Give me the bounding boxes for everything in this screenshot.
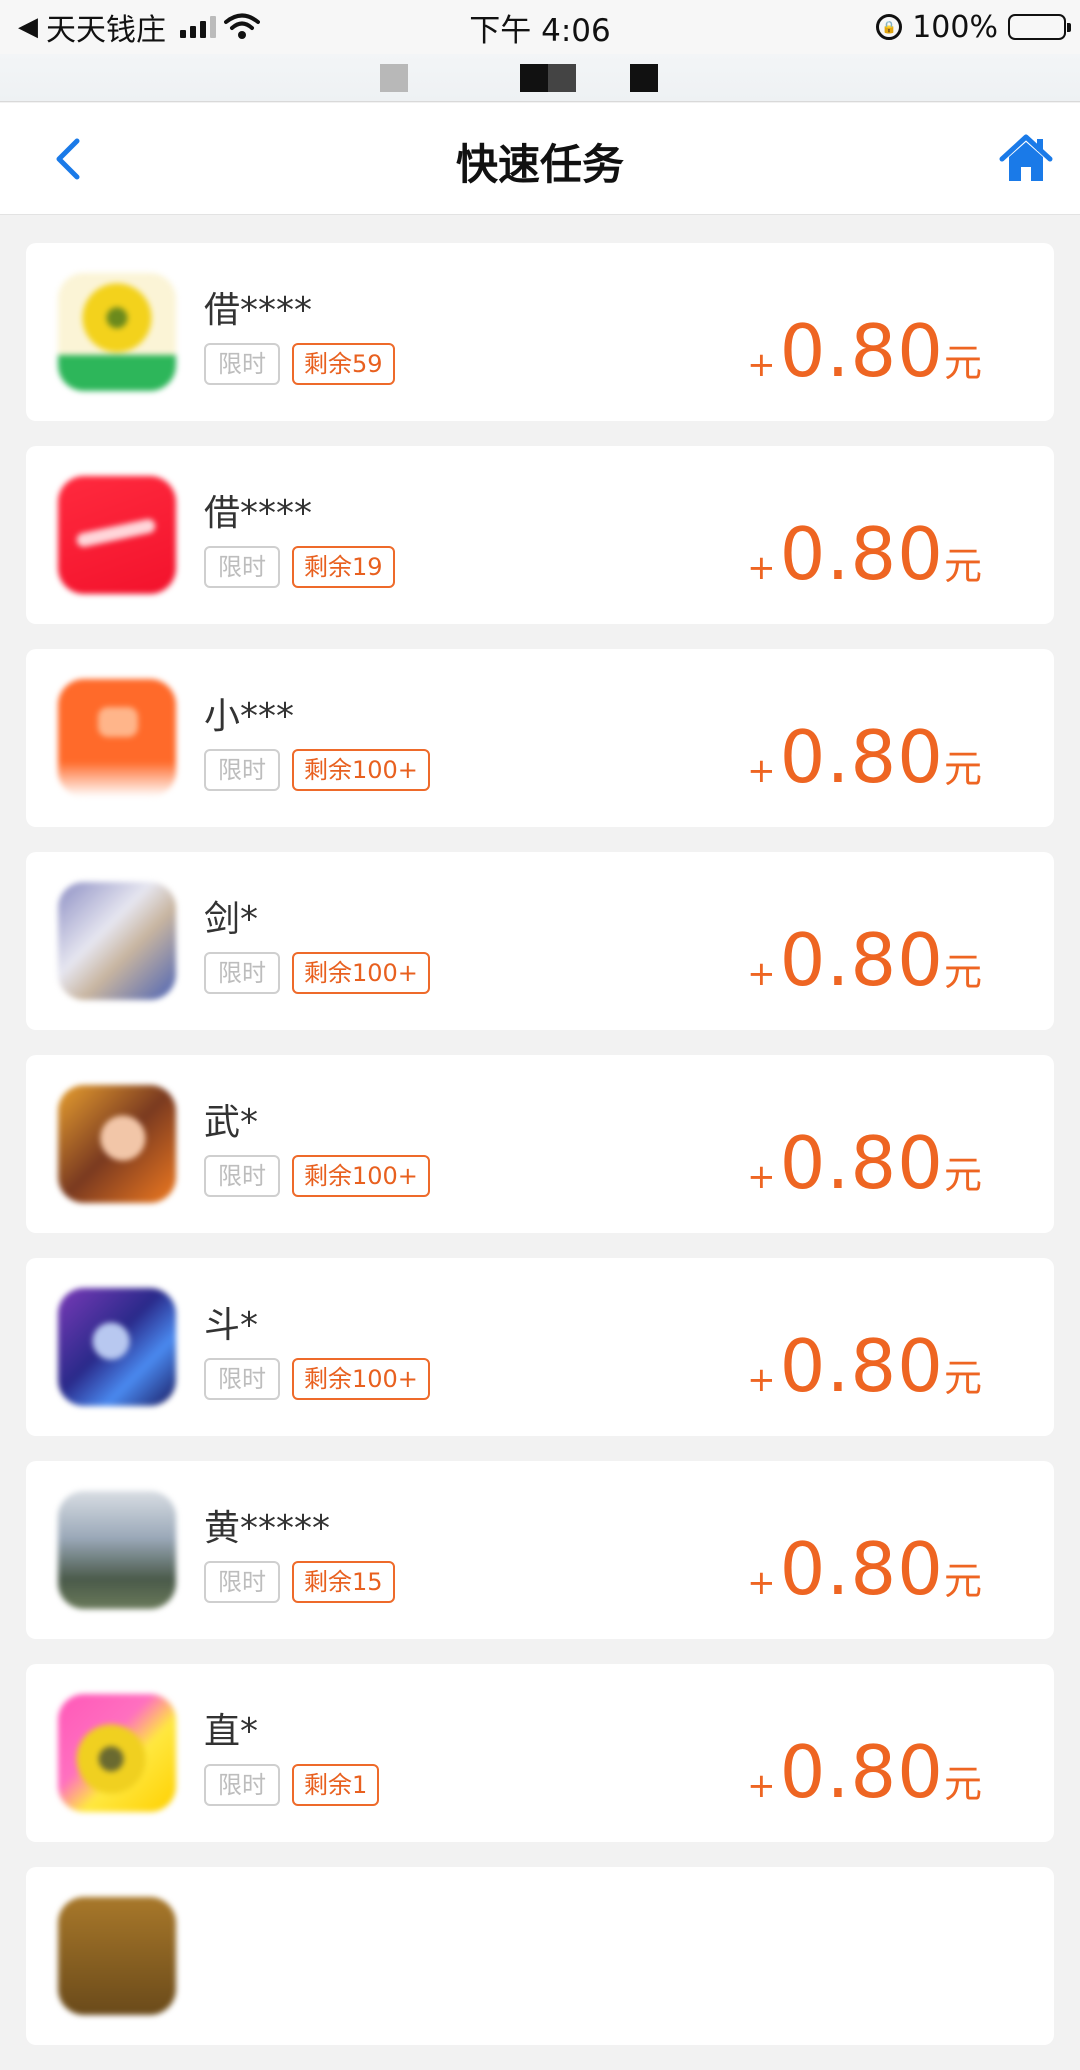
task-tags: 限时 剩余19 xyxy=(204,546,395,588)
reward-unit: 元 xyxy=(943,1356,982,1400)
task-card[interactable]: 直* 限时 剩余1 + 0.80 元 xyxy=(26,1664,1054,1842)
reward-value: 0.80 xyxy=(779,1121,944,1205)
remaining-tag: 剩余100+ xyxy=(292,1155,430,1197)
task-tags: 限时 剩余1 xyxy=(204,1764,380,1806)
task-list: 借**** 限时 剩余59 + 0.80 元 借**** 限时 剩余19 + 0… xyxy=(26,243,1054,2070)
limited-time-tag: 限时 xyxy=(204,1358,280,1400)
status-bar: ◀ 天天钱庄 下午 4:06 🔒 100% xyxy=(0,0,1080,54)
remaining-tag: 剩余19 xyxy=(292,546,395,588)
orange-app-icon xyxy=(58,679,176,797)
task-tags: 限时 剩余100+ xyxy=(204,952,430,994)
app-icon xyxy=(58,1897,176,2015)
home-button[interactable] xyxy=(998,133,1054,185)
reward-unit: 元 xyxy=(943,1559,982,1603)
nav-bar: 快速任务 xyxy=(0,103,1080,215)
reward-amount: + 0.80 元 xyxy=(747,1121,982,1205)
task-name: 斗* xyxy=(204,1305,259,1346)
game-app-icon xyxy=(58,1491,176,1609)
reward-value: 0.80 xyxy=(779,512,944,596)
reward-value: 0.80 xyxy=(779,715,944,799)
task-tags: 限时 剩余100+ xyxy=(204,1155,430,1197)
reward-plus: + xyxy=(747,345,776,385)
game-app-icon xyxy=(58,1288,176,1406)
task-card[interactable]: 斗* 限时 剩余100+ + 0.80 元 xyxy=(26,1258,1054,1436)
status-right: 🔒 100% xyxy=(876,9,1071,45)
reward-unit: 元 xyxy=(943,1153,982,1197)
remaining-tag: 剩余15 xyxy=(292,1561,395,1603)
reward-value: 0.80 xyxy=(779,309,944,393)
task-tags: 限时 剩余100+ xyxy=(204,1358,430,1400)
reward-plus: + xyxy=(747,1157,776,1197)
reward-amount: + 0.80 元 xyxy=(747,309,982,393)
reward-plus: + xyxy=(747,1766,776,1806)
home-icon xyxy=(999,134,1053,181)
remaining-tag: 剩余100+ xyxy=(292,749,430,791)
battery-percent: 100% xyxy=(912,9,998,45)
redaction-block xyxy=(380,64,408,92)
reward-amount: + 0.80 元 xyxy=(747,918,982,1002)
limited-time-tag: 限时 xyxy=(204,1561,280,1603)
task-card[interactable]: 黄***** 限时 剩余15 + 0.80 元 xyxy=(26,1461,1054,1639)
redaction-block xyxy=(548,64,576,92)
task-name: 小*** xyxy=(204,696,295,737)
task-tags: 限时 剩余59 xyxy=(204,343,395,385)
task-name: 武* xyxy=(204,1102,259,1143)
reward-plus: + xyxy=(747,1360,776,1400)
limited-time-tag: 限时 xyxy=(204,546,280,588)
reward-value: 0.80 xyxy=(779,1324,944,1408)
task-card-partial[interactable] xyxy=(26,1867,1054,2045)
reward-unit: 元 xyxy=(943,1762,982,1806)
sunflower-app-icon xyxy=(58,1694,176,1812)
game-app-icon xyxy=(58,882,176,1000)
rotation-lock-icon: 🔒 xyxy=(876,14,903,40)
reward-plus: + xyxy=(747,751,776,791)
task-name: 借**** xyxy=(204,290,313,331)
reward-plus: + xyxy=(747,548,776,588)
reward-value: 0.80 xyxy=(779,1527,944,1611)
page-title: 快速任务 xyxy=(455,140,624,189)
limited-time-tag: 限时 xyxy=(204,1764,280,1806)
limited-time-tag: 限时 xyxy=(204,749,280,791)
reward-unit: 元 xyxy=(943,544,982,588)
battery-icon xyxy=(1008,14,1071,40)
reward-value: 0.80 xyxy=(779,918,944,1002)
limited-time-tag: 限时 xyxy=(204,343,280,385)
redaction-block xyxy=(630,64,658,92)
task-card[interactable]: 武* 限时 剩余100+ + 0.80 元 xyxy=(26,1055,1054,1233)
reward-unit: 元 xyxy=(943,341,982,385)
task-name: 直* xyxy=(204,1711,259,1752)
redacted-strip xyxy=(0,54,1080,102)
remaining-tag: 剩余100+ xyxy=(292,952,430,994)
reward-amount: + 0.80 元 xyxy=(747,1324,982,1408)
remaining-tag: 剩余100+ xyxy=(292,1358,430,1400)
game-app-icon xyxy=(58,1085,176,1203)
remaining-tag: 剩余59 xyxy=(292,343,395,385)
reward-plus: + xyxy=(747,1563,776,1603)
red-app-icon xyxy=(58,476,176,594)
reward-plus: + xyxy=(747,954,776,994)
reward-amount: + 0.80 元 xyxy=(747,1527,982,1611)
task-tags: 限时 剩余15 xyxy=(204,1561,395,1603)
limited-time-tag: 限时 xyxy=(204,1155,280,1197)
task-card[interactable]: 借**** 限时 剩余59 + 0.80 元 xyxy=(26,243,1054,421)
redaction-block xyxy=(520,64,548,92)
reward-unit: 元 xyxy=(943,950,982,994)
task-card[interactable]: 借**** 限时 剩余19 + 0.80 元 xyxy=(26,446,1054,624)
reward-amount: + 0.80 元 xyxy=(747,512,982,596)
reward-amount: + 0.80 元 xyxy=(747,1730,982,1814)
reward-value: 0.80 xyxy=(779,1730,944,1814)
task-card[interactable]: 剑* 限时 剩余100+ + 0.80 元 xyxy=(26,852,1054,1030)
task-name: 借**** xyxy=(204,493,313,534)
sunflower-app-icon xyxy=(58,273,176,391)
task-tags: 限时 剩余100+ xyxy=(204,749,430,791)
limited-time-tag: 限时 xyxy=(204,952,280,994)
remaining-tag: 剩余1 xyxy=(292,1764,380,1806)
task-card[interactable]: 小*** 限时 剩余100+ + 0.80 元 xyxy=(26,649,1054,827)
task-name: 黄***** xyxy=(204,1508,331,1549)
reward-amount: + 0.80 元 xyxy=(747,715,982,799)
reward-unit: 元 xyxy=(943,747,982,791)
task-name: 剑* xyxy=(204,899,259,940)
